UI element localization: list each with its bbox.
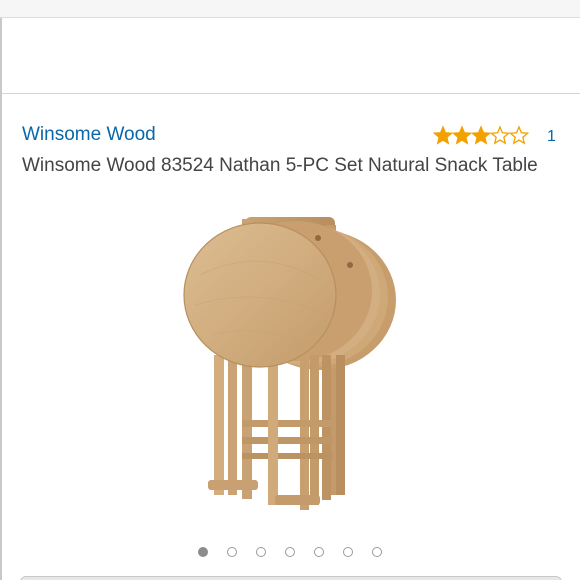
stars-icon: [433, 125, 529, 145]
left-border: [0, 18, 2, 580]
star-empty-icon: [508, 125, 529, 145]
carousel-dot[interactable]: [343, 547, 353, 557]
product-image[interactable]: [150, 205, 430, 525]
product-page: Winsome Wood 1 Winsome Wood 83524 Nathan…: [0, 0, 580, 580]
image-carousel-indicator[interactable]: [0, 547, 580, 565]
review-count-link[interactable]: 1: [547, 128, 556, 146]
star-filled-icon: [433, 125, 454, 145]
top-toolbar-strip: [0, 0, 580, 18]
carousel-dot[interactable]: [198, 547, 208, 557]
bottom-action-bar[interactable]: [20, 576, 562, 580]
snack-table-set-image: [183, 217, 396, 510]
carousel-dot[interactable]: [285, 547, 295, 557]
star-rating[interactable]: [433, 124, 529, 148]
header-blank-area: [0, 18, 580, 94]
carousel-dot[interactable]: [372, 547, 382, 557]
brand-link[interactable]: Winsome Wood: [22, 124, 156, 146]
star-filled-icon: [451, 125, 473, 145]
carousel-dot[interactable]: [314, 547, 324, 557]
carousel-dot[interactable]: [227, 547, 237, 557]
star-filled-icon: [470, 125, 492, 145]
carousel-dot[interactable]: [256, 547, 266, 557]
product-title: Winsome Wood 83524 Nathan 5-PC Set Natur…: [22, 155, 538, 176]
star-empty-icon: [489, 125, 511, 145]
